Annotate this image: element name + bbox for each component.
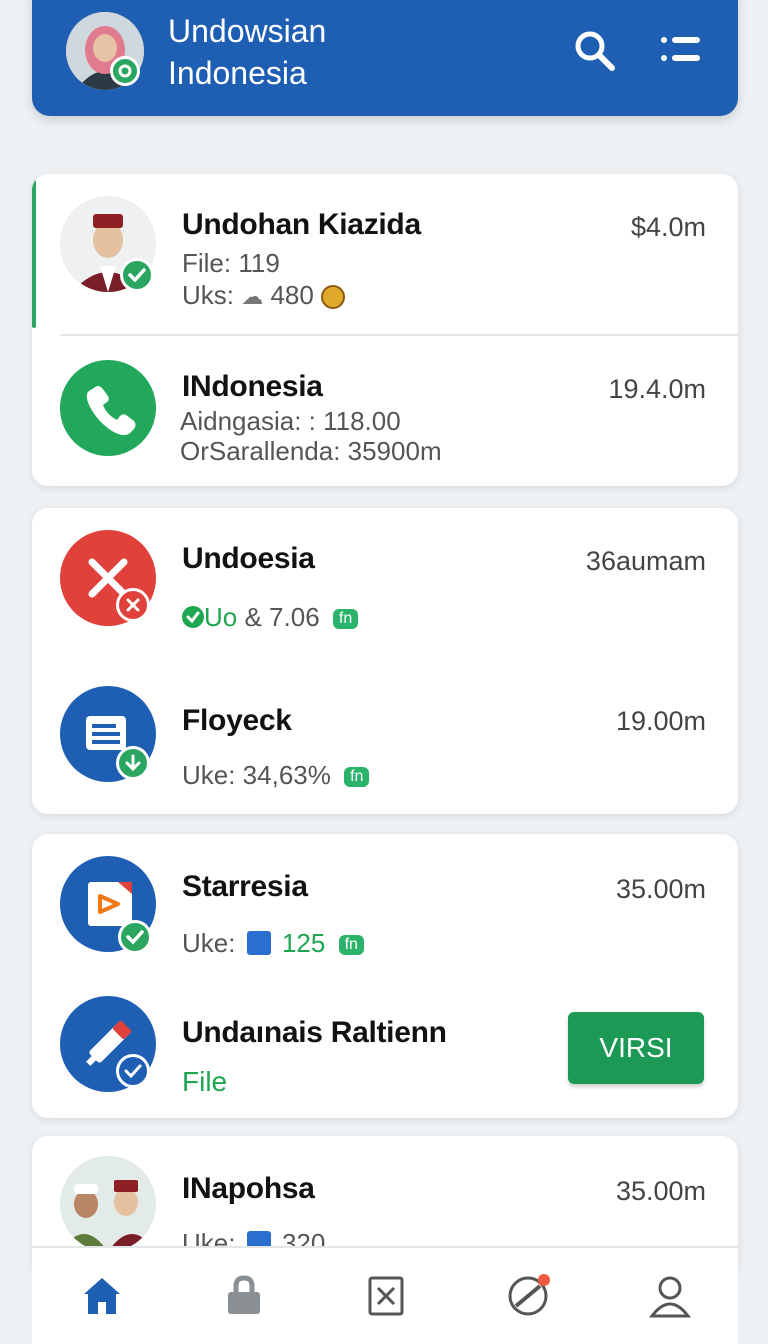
user-avatar[interactable] [66, 12, 144, 90]
search-icon[interactable] [572, 28, 616, 72]
row-amount: 35.00m [615, 874, 706, 904]
uks-label: Uks: [182, 280, 234, 310]
status-value: & 7.06 [244, 602, 320, 632]
check-circle-icon [182, 606, 204, 628]
row-amount: 35.00m [615, 1176, 706, 1206]
uke-value: 125 [281, 928, 326, 958]
row-name[interactable]: INapohsa [182, 1172, 315, 1206]
row-file-count: File: 119 [182, 248, 280, 278]
uke-percent: Uke: 34,63% [182, 760, 331, 790]
header-title-line2: Indonesia [168, 55, 307, 91]
coin-icon [321, 285, 346, 310]
uke-label: Uke: [182, 928, 236, 958]
error-app-icon [60, 530, 156, 626]
transaction-card-1: Undohan Kiazida $4.0m File: 119 Uks: ☁ 4… [32, 174, 738, 486]
phone-icon [86, 386, 136, 436]
verified-badge [120, 258, 154, 292]
download-badge [116, 746, 150, 780]
row-detail-2: OrSarallenda: 35900m [180, 436, 442, 466]
header-title-line1: Undowsian [168, 13, 327, 49]
row-amount: 36aumam [585, 546, 706, 576]
calendar-icon [246, 931, 271, 955]
row-uks: Uks: ☁ 480 [182, 280, 346, 311]
row-name[interactable]: Undohan Kiazida [182, 208, 421, 242]
status-text: Uo [204, 602, 238, 632]
lock-icon[interactable] [220, 1272, 268, 1320]
currency-pill: fn [344, 767, 370, 788]
tool-app-icon [60, 996, 156, 1092]
row-name[interactable]: Floyeck [182, 704, 292, 738]
close-doc-icon[interactable] [362, 1272, 410, 1320]
check-badge [116, 1054, 150, 1088]
video-app-icon [60, 856, 156, 954]
home-icon[interactable] [78, 1272, 126, 1320]
row-amount: $4.0m [630, 212, 706, 242]
row-detail-1: Aidngasia: : 118.00 [180, 406, 401, 436]
transaction-card-2: Undoesia 36aumam Uo & 7.06 fn Floyeck 19… [32, 508, 738, 814]
document-app-icon [60, 686, 156, 782]
row-name[interactable]: INdonesia [182, 370, 323, 404]
menu-icon[interactable] [660, 34, 702, 66]
row-name[interactable]: Starresia [182, 870, 308, 904]
app-header: Undowsian Indonesia [32, 0, 738, 116]
row-file-label: File [182, 1066, 228, 1097]
phone-app-icon [60, 360, 156, 456]
group-avatar [60, 1156, 156, 1252]
error-badge [116, 588, 150, 622]
virsi-button[interactable]: VIRSI [568, 1012, 704, 1084]
people-avatar-icon [60, 1156, 156, 1252]
header-title: Undowsian Indonesia [168, 10, 326, 94]
profile-icon[interactable] [646, 1272, 694, 1320]
row-avatar [60, 196, 156, 292]
transaction-card-3: Starresia 35.00m Uke: 125 fn Undaınais R… [32, 834, 738, 1118]
currency-pill: fn [332, 609, 359, 630]
row-detail: Uke: 34,63% fn [182, 760, 370, 791]
bottom-navigation [32, 1246, 738, 1344]
row-status-line: Uo & 7.06 fn [182, 602, 359, 633]
uks-value: 480 [270, 280, 314, 310]
currency-pill: fn [338, 935, 364, 956]
verified-badge [118, 920, 152, 954]
active-indicator [32, 180, 36, 328]
row-amount: 19.00m [615, 706, 706, 736]
row-name[interactable]: Undaınais Raltienn [182, 1016, 447, 1050]
row-detail: Uke: 125 fn [182, 928, 364, 959]
chat-icon[interactable] [504, 1272, 552, 1320]
online-badge [110, 56, 140, 86]
cloud-icon: ☁ [241, 284, 264, 309]
row-amount: 19.4.0m [608, 374, 706, 404]
row-divider [60, 334, 738, 336]
row-name[interactable]: Undoesia [182, 542, 315, 576]
